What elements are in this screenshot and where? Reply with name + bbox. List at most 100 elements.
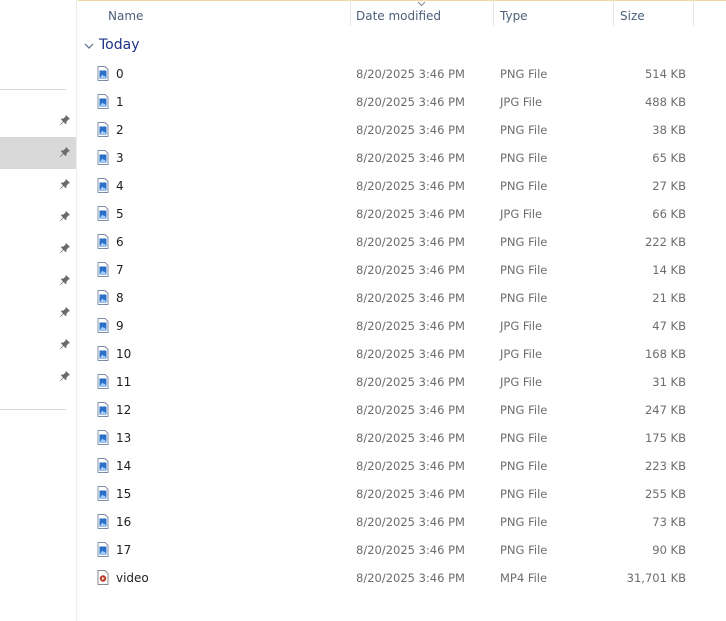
column-header-size[interactable]: Size xyxy=(614,0,693,32)
file-type: JPG File xyxy=(500,375,543,389)
file-name: 17 xyxy=(116,543,132,557)
file-name: 15 xyxy=(116,487,132,501)
file-size: 222 KB xyxy=(644,235,686,249)
column-header-type-label: Type xyxy=(500,9,528,23)
pin-icon[interactable] xyxy=(59,370,71,382)
file-size: 168 KB xyxy=(644,347,686,361)
navigation-pane xyxy=(0,0,76,621)
file-size: 31 KB xyxy=(652,375,686,389)
image-file-icon xyxy=(97,430,109,445)
image-file-icon xyxy=(97,234,109,249)
file-date-modified: 8/20/2025 3:46 PM xyxy=(356,263,465,277)
file-row[interactable]: 17 8/20/2025 3:46 PM PNG File 90 KB xyxy=(90,536,690,564)
image-file-icon xyxy=(97,458,109,473)
file-type: PNG File xyxy=(500,67,548,81)
image-file-icon xyxy=(97,122,109,137)
file-type: JPG File xyxy=(500,319,543,333)
file-date-modified: 8/20/2025 3:46 PM xyxy=(356,95,465,109)
file-date-modified: 8/20/2025 3:46 PM xyxy=(356,515,465,529)
group-label: Today xyxy=(99,37,140,53)
column-divider[interactable] xyxy=(693,0,694,26)
file-row[interactable]: 9 8/20/2025 3:46 PM JPG File 47 KB xyxy=(90,312,690,340)
file-size: 27 KB xyxy=(652,179,686,193)
file-date-modified: 8/20/2025 3:46 PM xyxy=(356,375,465,389)
nav-pinned-item[interactable] xyxy=(0,201,76,233)
image-file-icon xyxy=(97,290,109,305)
file-size: 38 KB xyxy=(652,123,686,137)
file-size: 255 KB xyxy=(644,487,686,501)
file-row[interactable]: 7 8/20/2025 3:46 PM PNG File 14 KB xyxy=(90,256,690,284)
nav-pinned-item[interactable] xyxy=(0,137,76,169)
file-type: PNG File xyxy=(500,235,548,249)
file-date-modified: 8/20/2025 3:46 PM xyxy=(356,291,465,305)
pin-icon[interactable] xyxy=(59,178,71,190)
file-type: PNG File xyxy=(500,459,548,473)
pin-icon[interactable] xyxy=(59,306,71,318)
file-name: 7 xyxy=(116,263,124,277)
file-row[interactable]: 3 8/20/2025 3:46 PM PNG File 65 KB xyxy=(90,144,690,172)
image-file-icon xyxy=(97,318,109,333)
file-row[interactable]: 5 8/20/2025 3:46 PM JPG File 66 KB xyxy=(90,200,690,228)
file-row[interactable]: 0 8/20/2025 3:46 PM PNG File 514 KB xyxy=(90,60,690,88)
nav-separator-bottom xyxy=(0,409,66,410)
file-size: 175 KB xyxy=(644,431,686,445)
pin-icon[interactable] xyxy=(59,146,71,158)
file-row[interactable]: 15 8/20/2025 3:46 PM PNG File 255 KB xyxy=(90,480,690,508)
file-date-modified: 8/20/2025 3:46 PM xyxy=(356,67,465,81)
column-header-date-modified[interactable]: Date modified xyxy=(351,0,493,32)
file-name: 0 xyxy=(116,67,124,81)
file-name: 16 xyxy=(116,515,132,529)
nav-pinned-item[interactable] xyxy=(0,233,76,265)
file-row[interactable]: 13 8/20/2025 3:46 PM PNG File 175 KB xyxy=(90,424,690,452)
nav-pinned-item[interactable] xyxy=(0,361,76,393)
file-name: 14 xyxy=(116,459,132,473)
pin-icon[interactable] xyxy=(59,274,71,286)
file-type: PNG File xyxy=(500,263,548,277)
file-type: JPG File xyxy=(500,347,543,361)
file-size: 14 KB xyxy=(652,263,686,277)
file-date-modified: 8/20/2025 3:46 PM xyxy=(356,543,465,557)
file-date-modified: 8/20/2025 3:46 PM xyxy=(356,487,465,501)
file-type: PNG File xyxy=(500,487,548,501)
nav-pinned-item[interactable] xyxy=(0,297,76,329)
file-type: PNG File xyxy=(500,291,548,305)
file-row[interactable]: 4 8/20/2025 3:46 PM PNG File 27 KB xyxy=(90,172,690,200)
image-file-icon xyxy=(97,374,109,389)
file-date-modified: 8/20/2025 3:46 PM xyxy=(356,235,465,249)
column-header-type[interactable]: Type xyxy=(494,0,613,32)
file-date-modified: 8/20/2025 3:46 PM xyxy=(356,347,465,361)
file-row[interactable]: 6 8/20/2025 3:46 PM PNG File 222 KB xyxy=(90,228,690,256)
nav-pinned-item[interactable] xyxy=(0,169,76,201)
file-date-modified: 8/20/2025 3:46 PM xyxy=(356,403,465,417)
column-header-name[interactable]: Name xyxy=(78,0,350,32)
chevron-down-icon[interactable] xyxy=(83,41,95,51)
file-size: 65 KB xyxy=(652,151,686,165)
pin-icon[interactable] xyxy=(59,210,71,222)
nav-pinned-item[interactable] xyxy=(0,105,76,137)
file-row[interactable]: 8 8/20/2025 3:46 PM PNG File 21 KB xyxy=(90,284,690,312)
file-type: JPG File xyxy=(500,207,543,221)
file-type: PNG File xyxy=(500,123,548,137)
file-row[interactable]: 1 8/20/2025 3:46 PM JPG File 488 KB xyxy=(90,88,690,116)
file-row[interactable]: 14 8/20/2025 3:46 PM PNG File 223 KB xyxy=(90,452,690,480)
file-name: 4 xyxy=(116,179,124,193)
nav-pinned-item[interactable] xyxy=(0,329,76,361)
file-row[interactable]: 11 8/20/2025 3:46 PM JPG File 31 KB xyxy=(90,368,690,396)
file-row[interactable]: 2 8/20/2025 3:46 PM PNG File 38 KB xyxy=(90,116,690,144)
file-row[interactable]: 10 8/20/2025 3:46 PM JPG File 168 KB xyxy=(90,340,690,368)
pin-icon[interactable] xyxy=(59,242,71,254)
file-date-modified: 8/20/2025 3:46 PM xyxy=(356,123,465,137)
file-size: 66 KB xyxy=(652,207,686,221)
image-file-icon xyxy=(97,150,109,165)
file-row[interactable]: 16 8/20/2025 3:46 PM PNG File 73 KB xyxy=(90,508,690,536)
pin-icon[interactable] xyxy=(59,114,71,126)
file-size: 488 KB xyxy=(644,95,686,109)
column-header-name-label: Name xyxy=(108,9,144,23)
file-row[interactable]: video 8/20/2025 3:46 PM MP4 File 31,701 KB xyxy=(90,564,690,592)
file-row[interactable]: 12 8/20/2025 3:46 PM PNG File 247 KB xyxy=(90,396,690,424)
pin-icon[interactable] xyxy=(59,338,71,350)
image-file-icon xyxy=(97,402,109,417)
file-date-modified: 8/20/2025 3:46 PM xyxy=(356,319,465,333)
pane-divider[interactable] xyxy=(76,0,77,621)
nav-pinned-item[interactable] xyxy=(0,265,76,297)
